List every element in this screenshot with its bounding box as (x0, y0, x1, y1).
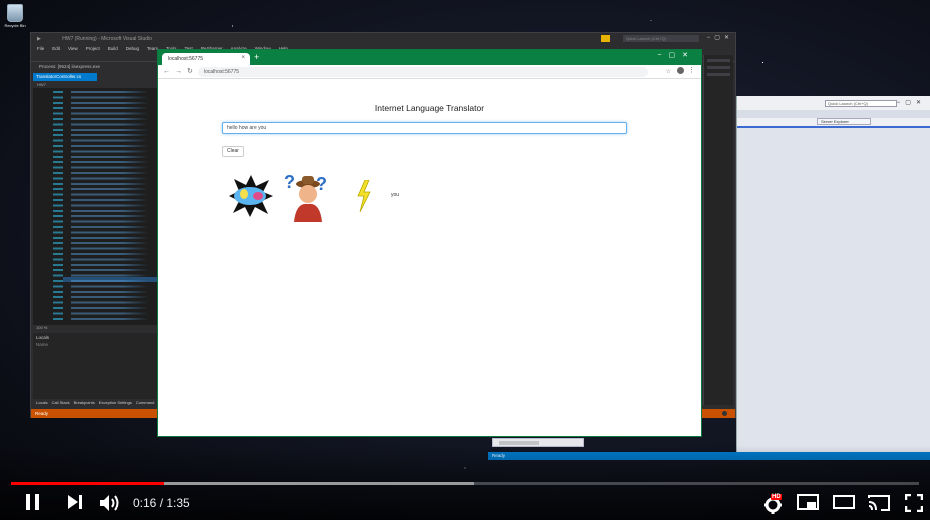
question-mark-icon: ? (284, 172, 295, 192)
code-text (71, 91, 157, 321)
browser-tab-strip: localhost:56775 × + −▢✕ (158, 50, 701, 65)
vs-status-text: Ready (35, 411, 49, 416)
cowboy-shirt (294, 203, 322, 222)
vs-menu-item[interactable]: Edit (52, 46, 60, 51)
tab-close-icon[interactable]: × (241, 55, 245, 61)
bottom-tool-tab[interactable]: Call Stack (52, 400, 70, 405)
tree-row (707, 59, 730, 62)
code-editor[interactable]: HW7 (33, 81, 159, 325)
bookmark-star-icon[interactable]: ☆ (666, 68, 671, 75)
new-tab-icon[interactable]: + (254, 52, 259, 62)
editor-nav-bar[interactable]: HW7 (33, 81, 158, 88)
hello-letter-accent (240, 189, 248, 199)
browser-window-controls[interactable]: −▢✕ (657, 51, 695, 59)
vs-menu-item[interactable]: File (37, 46, 44, 51)
vs2-accent-line (737, 126, 930, 128)
nav-buttons[interactable]: ←→↻ (163, 67, 198, 75)
cowboy-face (299, 185, 317, 203)
bottom-tool-tabs[interactable]: Locals Call Stack Breakpoints Exception Set… (33, 399, 159, 407)
next-icon[interactable] (67, 494, 83, 510)
cast-icon[interactable] (868, 494, 890, 512)
vs-window-controls[interactable]: −▢✕ (707, 34, 733, 41)
vs-menu-item[interactable]: View (68, 46, 78, 51)
status-indicator-icon (722, 411, 727, 416)
vs-menu-item[interactable]: Debug (126, 46, 139, 51)
tree-row (707, 66, 730, 69)
confused-cowboy-image: ? ? (284, 172, 327, 222)
address-bar[interactable]: localhost:56775 (198, 67, 648, 77)
lightning-bolt-image (357, 180, 371, 212)
locals-pane[interactable]: Locals Name (33, 333, 159, 399)
tree-row (707, 73, 730, 76)
locals-title: Locals (36, 335, 50, 340)
vs-title: HW7 (Running) - Microsoft Visual Studio (62, 36, 152, 42)
editor-tab[interactable]: TranslatorController.cs (33, 73, 97, 81)
vs2-quick-launch[interactable]: Quick Launch (Ctrl+Q) (825, 100, 897, 107)
hello-sticker-image (229, 175, 273, 217)
bottom-tool-tab[interactable]: Locals (36, 400, 48, 405)
translate-input[interactable] (222, 122, 627, 134)
line-numbers (39, 91, 63, 321)
hello-letter-accent (253, 192, 263, 200)
pause-icon[interactable] (26, 494, 40, 510)
browser-tab[interactable]: localhost:56775 × (162, 53, 250, 65)
bottom-tool-tab[interactable]: Breakpoints (74, 400, 95, 405)
more-menu-icon[interactable]: ⋮ (688, 66, 695, 74)
time-display: 0:16 / 1:35 (133, 496, 190, 510)
vs2-menu-bar[interactable] (737, 110, 930, 118)
vs-logo-icon: ▶ (37, 36, 41, 42)
volume-icon[interactable] (99, 494, 121, 512)
account-icon[interactable] (677, 67, 684, 74)
cowboy-hat-crown (302, 176, 314, 184)
hd-badge: HD (771, 494, 782, 500)
miniplayer-icon[interactable] (797, 494, 819, 510)
browser-toolbar: ←→↻ localhost:56775 ☆ ⋮ (158, 65, 701, 79)
zoom-level[interactable]: 100 % (33, 325, 159, 331)
vs2-document-tab[interactable]: Server Explorer (817, 118, 871, 125)
page-title: Internet Language Translator (374, 103, 485, 113)
notification-filter-icon[interactable] (601, 35, 610, 42)
recycle-bin-icon (7, 4, 23, 22)
clear-button[interactable]: Clear (222, 146, 244, 157)
bottom-tool-tab[interactable]: Command (136, 400, 154, 405)
vs-menu-item[interactable]: Build (108, 46, 118, 51)
vs-window-secondary[interactable]: Quick Launch (Ctrl+Q) −▢✕ Server Explore… (736, 96, 930, 460)
untranslated-word: you (391, 192, 400, 198)
progress-bar[interactable] (11, 482, 919, 485)
recycle-bin[interactable]: Recycle Bin (4, 4, 26, 28)
locals-name-column: Name (36, 342, 49, 347)
solution-explorer[interactable] (703, 55, 733, 405)
fullscreen-icon[interactable] (905, 494, 923, 512)
recycle-bin-label: Recycle Bin (4, 23, 26, 28)
theater-mode-icon[interactable] (833, 494, 855, 510)
vs2-window-controls[interactable]: −▢✕ (897, 99, 926, 106)
browser-window[interactable]: localhost:56775 × + −▢✕ ←→↻ localhost:56… (157, 49, 702, 437)
progress-played (11, 482, 164, 485)
vs-menu-item[interactable]: Project (86, 46, 100, 51)
bottom-tool-tab[interactable]: Exception Settings (99, 400, 132, 405)
vs-quick-launch[interactable]: Quick Launch (Ctrl+Q) (623, 35, 699, 42)
tab-title: localhost:56775 (168, 56, 204, 62)
bolt-shape (357, 180, 371, 212)
